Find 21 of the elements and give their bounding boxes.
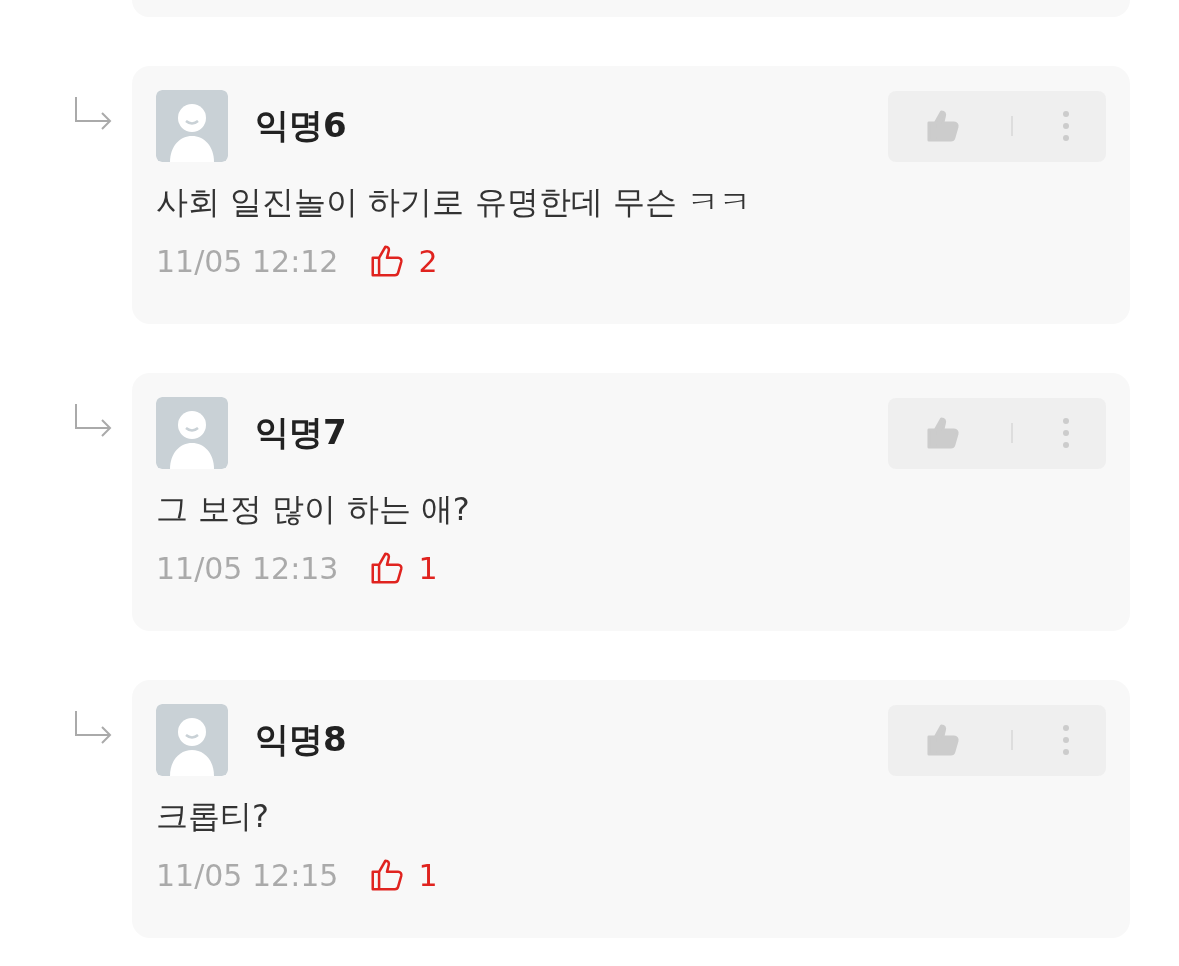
more-button[interactable] bbox=[1061, 724, 1070, 756]
comment-text: 사회 일진놀이 하기로 유명한데 무슨 ㅋㅋ bbox=[156, 182, 752, 223]
like-count: 2 bbox=[418, 243, 438, 279]
more-button[interactable] bbox=[1061, 110, 1070, 142]
comment-time: 11/05 12:12 bbox=[156, 243, 339, 279]
comment-text: 크롭티? bbox=[156, 796, 270, 837]
author-name: 익명6 bbox=[255, 104, 347, 147]
comment-time: 11/05 12:13 bbox=[156, 550, 339, 586]
author-name: 익명8 bbox=[255, 718, 347, 761]
avatar-icon bbox=[156, 90, 228, 162]
comment-time: 11/05 12:15 bbox=[156, 857, 339, 893]
more-icon bbox=[1061, 724, 1070, 756]
more-icon bbox=[1061, 417, 1070, 449]
more-button[interactable] bbox=[1061, 417, 1070, 449]
like-count: 1 bbox=[418, 857, 438, 893]
comment-text: 그 보정 많이 하는 애? bbox=[156, 489, 471, 530]
more-icon bbox=[1061, 110, 1070, 142]
author-name: 익명7 bbox=[255, 411, 347, 454]
avatar-icon bbox=[156, 397, 228, 469]
avatar-icon bbox=[156, 704, 228, 776]
like-count: 1 bbox=[418, 550, 438, 586]
